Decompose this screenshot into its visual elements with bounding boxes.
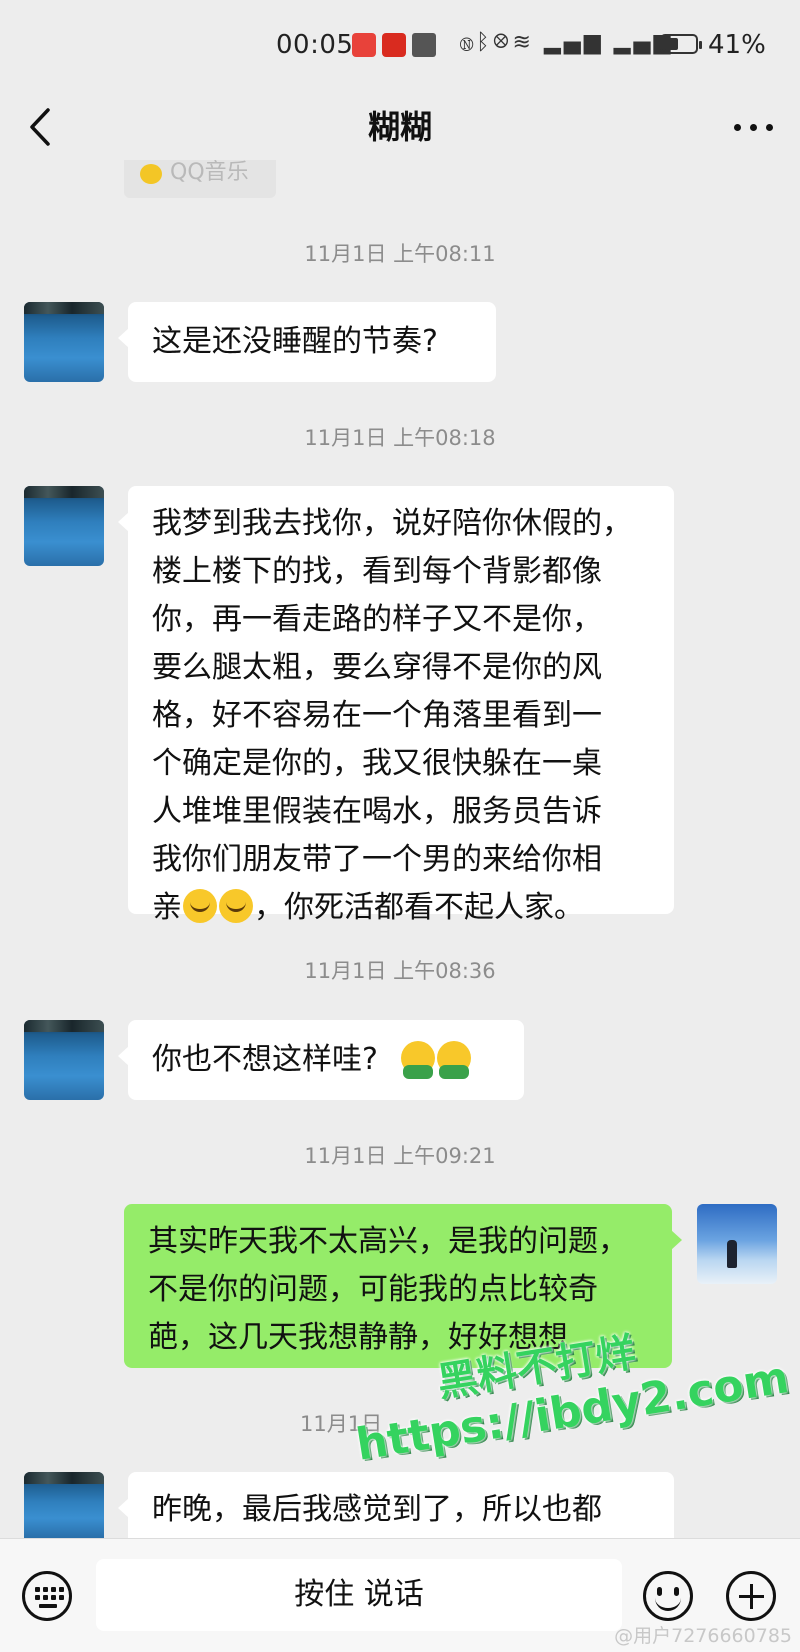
message-line: 昨晚，最后我感觉到了，所以也都 bbox=[152, 1492, 602, 1527]
contact-avatar[interactable] bbox=[24, 1472, 104, 1538]
message-bubble-received[interactable]: 这是还没睡醒的节奏? bbox=[118, 302, 496, 382]
message-line: 你，再一看走路的样子又不是你， bbox=[152, 602, 602, 637]
notification-app-icon bbox=[382, 33, 406, 57]
grinning-face-emoji bbox=[437, 1041, 472, 1079]
grinning-face-emoji bbox=[401, 1041, 436, 1079]
contact-avatar[interactable] bbox=[24, 302, 104, 382]
contact-avatar[interactable] bbox=[24, 486, 104, 566]
status-bar: 00:05 Ⓝᛒꕕ≋ ▂▄▆ ▂▄▆ 41% bbox=[0, 0, 800, 92]
qq-music-icon bbox=[140, 164, 162, 184]
status-time: 00:05 bbox=[276, 30, 354, 60]
message-line: 个确定是你的，我又很快躲在一桌 bbox=[152, 746, 602, 781]
weibo-credit: @用户7276660785 bbox=[614, 1625, 792, 1647]
message-timestamp: 11月1日 上午08:11 bbox=[304, 242, 496, 266]
plus-icon[interactable] bbox=[726, 1571, 776, 1621]
hold-to-talk-button[interactable]: 按住 说话 bbox=[96, 1559, 622, 1631]
battery-percent: 41% bbox=[708, 30, 766, 60]
message-timestamp: 11月1日 上午08:36 bbox=[304, 959, 496, 983]
notification-app-icon bbox=[412, 33, 436, 57]
message-line: 格，好不容易在一个角落里看到一 bbox=[152, 698, 602, 733]
message-line: 楼上楼下的找，看到每个背影都像 bbox=[152, 554, 602, 589]
message-bubble-received[interactable]: 昨晚，最后我感觉到了，所以也都 bbox=[118, 1472, 674, 1538]
self-avatar[interactable] bbox=[697, 1204, 777, 1284]
more-options-icon[interactable] bbox=[732, 106, 776, 146]
message-line: 我你们朋友带了一个男的来给你相 bbox=[152, 842, 602, 877]
emoji-icon[interactable] bbox=[643, 1571, 693, 1621]
battery-icon bbox=[660, 34, 702, 54]
chat-title: 糊糊 bbox=[367, 108, 432, 146]
message-line: 人堆堆里假装在喝水，服务员告诉 bbox=[152, 794, 602, 829]
message-line: 不是你的问题，可能我的点比较奇 bbox=[148, 1272, 598, 1307]
music-card-label: QQ音乐 bbox=[170, 160, 249, 185]
message-line: 其实昨天我不太高兴，是我的问题， bbox=[148, 1224, 628, 1259]
message-text: 这是还没睡醒的节奏? bbox=[152, 324, 438, 359]
music-card[interactable]: QQ音乐 bbox=[124, 160, 276, 198]
message-text: 你也不想这样哇? bbox=[152, 1042, 378, 1077]
input-bar: 按住 说话 @用户7276660785 bbox=[0, 1538, 800, 1652]
message-bubble-received[interactable]: 你也不想这样哇? bbox=[118, 1020, 524, 1100]
message-line: 要么腿太粗，要么穿得不是你的风 bbox=[152, 650, 602, 685]
notification-app-icon bbox=[352, 33, 376, 57]
message-line: 我梦到我去找你，说好陪你休假的， bbox=[152, 506, 632, 541]
message-line: 亲，你死活都看不起人家。 bbox=[152, 889, 584, 925]
chat-header: 糊糊 bbox=[0, 92, 800, 162]
keyboard-icon[interactable] bbox=[22, 1571, 72, 1621]
message-timestamp: 11月1日 上午08:18 bbox=[304, 426, 496, 450]
contact-avatar[interactable] bbox=[24, 1020, 104, 1100]
loudly-crying-face-emoji bbox=[219, 889, 253, 923]
message-timestamp: 11月1日 上午09:21 bbox=[304, 1144, 496, 1168]
message-bubble-received[interactable]: 我梦到我去找你，说好陪你休假的， 楼上楼下的找，看到每个背影都像 你，再一看走路… bbox=[118, 486, 674, 925]
signal-icons: Ⓝᛒꕕ≋ ▂▄▆ ▂▄▆ bbox=[460, 30, 674, 55]
loudly-crying-face-emoji bbox=[183, 889, 217, 923]
